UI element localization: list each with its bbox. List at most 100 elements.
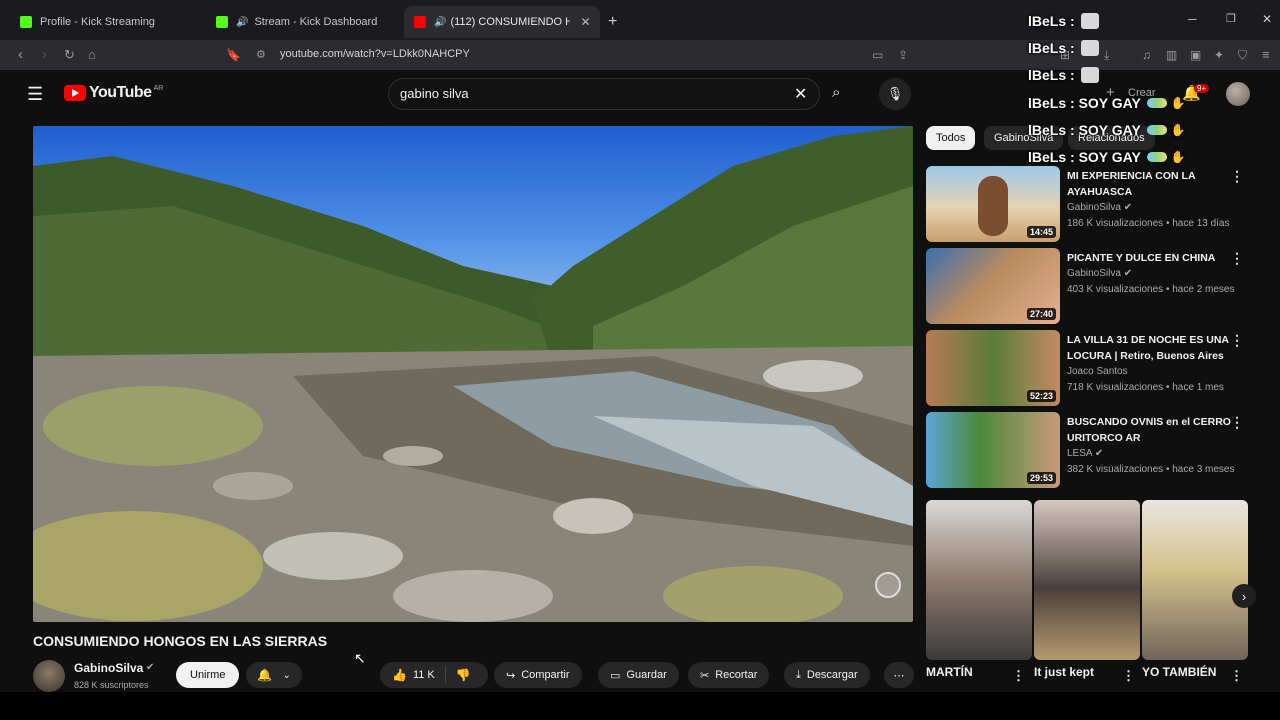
- chat-text: :: [1070, 40, 1075, 56]
- wallet-icon[interactable]: ▣: [1190, 46, 1201, 64]
- leo-icon[interactable]: ✦: [1214, 46, 1224, 64]
- rec-channel-name: GabinoSilva: [1067, 202, 1121, 213]
- share-button[interactable]: ↪ Compartir: [494, 662, 582, 688]
- video-thumbnail[interactable]: 14:45: [926, 166, 1060, 242]
- vpn-icon[interactable]: ⛉: [1238, 46, 1247, 64]
- share-page-icon[interactable]: ⇪: [898, 46, 908, 64]
- rec-meta: 382 K visualizaciones • hace 3 meses: [1067, 464, 1235, 475]
- kebab-menu-icon[interactable]: ⋮: [1230, 168, 1244, 185]
- search-icon[interactable]: ⌕: [832, 84, 840, 101]
- rec-title[interactable]: BUSCANDO OVNIS en el CERRO URITORCO AR: [1067, 414, 1235, 446]
- media-icon[interactable]: ♫: [1142, 46, 1151, 64]
- logo-text: YouTube: [89, 84, 152, 101]
- rec-channel[interactable]: GabinoSilva ✔: [1067, 268, 1132, 279]
- chevron-right-icon[interactable]: ›: [1232, 584, 1256, 608]
- list-item[interactable]: 14:45 MI EXPERIENCIA CON LA AYAHUASCA Ga…: [926, 166, 1256, 242]
- short-thumbnail[interactable]: [1142, 500, 1248, 660]
- close-window-icon[interactable]: ✕: [1262, 12, 1272, 26]
- video-thumbnail[interactable]: 29:53: [926, 412, 1060, 488]
- tab-kick-profile[interactable]: Profile - Kick Streaming: [10, 6, 210, 38]
- close-tab-icon[interactable]: ✕: [580, 15, 590, 29]
- sidebar-icon[interactable]: ▥: [1166, 46, 1177, 64]
- rec-title[interactable]: LA VILLA 31 DE NOCHE ES UNA LOCURA | Ret…: [1067, 332, 1235, 364]
- chat-text: :: [1070, 13, 1075, 29]
- save-button[interactable]: ▭ Guardar: [598, 662, 679, 688]
- home-icon[interactable]: ⌂: [88, 46, 96, 64]
- rec-channel-name: LESA: [1067, 448, 1093, 459]
- short-title[interactable]: YO TAMBIÉN: [1142, 665, 1216, 679]
- like-dislike-group: 👍 11 K 👎: [380, 662, 488, 688]
- chat-user: lBeLs: [1028, 122, 1067, 138]
- chip-todos[interactable]: Todos: [926, 126, 976, 150]
- forward-icon[interactable]: ›: [42, 46, 47, 64]
- chat-text: : SOY GAY: [1070, 95, 1141, 111]
- url-field[interactable]: youtube.com/watch?v=LDkk0NAHCPY: [280, 48, 470, 60]
- avatar[interactable]: [1226, 82, 1250, 106]
- reload-icon[interactable]: ↻: [64, 46, 75, 64]
- kebab-menu-icon[interactable]: ⋮: [1230, 668, 1243, 684]
- dislike-icon[interactable]: 👎: [446, 668, 481, 682]
- chat-text: : SOY GAY: [1070, 122, 1141, 138]
- kebab-menu-icon[interactable]: ⋮: [1230, 414, 1244, 431]
- clip-button[interactable]: ✂ Recortar: [688, 662, 770, 688]
- kebab-menu-icon[interactable]: ⋮: [1230, 250, 1244, 267]
- rec-title[interactable]: PICANTE Y DULCE EN CHINA: [1067, 250, 1235, 266]
- rec-meta: 403 K visualizaciones • hace 2 meses: [1067, 284, 1235, 295]
- like-count[interactable]: 11 K: [413, 666, 446, 684]
- rec-title[interactable]: MI EXPERIENCIA CON LA AYAHUASCA: [1067, 168, 1235, 200]
- channel-watermark[interactable]: [875, 572, 901, 598]
- emote-icon: ✋: [1170, 96, 1186, 110]
- hamburger-menu-icon[interactable]: ☰: [27, 84, 43, 105]
- back-icon[interactable]: ‹: [18, 46, 23, 64]
- channel-avatar[interactable]: [33, 660, 65, 692]
- speaker-icon: 🔊: [434, 16, 447, 28]
- share-icon: ↪: [506, 669, 516, 682]
- chevron-down-icon: ⌄: [282, 669, 291, 681]
- tab-label: (112) CONSUMIENDO HONG: [450, 16, 571, 28]
- bookmark-icon[interactable]: 🔖: [226, 46, 241, 64]
- more-actions-button[interactable]: ⋯: [884, 662, 914, 688]
- cast-icon[interactable]: ▭: [872, 46, 883, 64]
- download-button[interactable]: ⤓ Descargar: [784, 662, 870, 688]
- short-thumbnail[interactable]: [1034, 500, 1140, 660]
- kebab-menu-icon[interactable]: ⋮: [1012, 668, 1025, 684]
- maximize-icon[interactable]: ❐: [1226, 12, 1236, 25]
- like-icon[interactable]: 👍: [380, 668, 413, 682]
- clear-search-icon[interactable]: ✕: [794, 84, 807, 104]
- video-player[interactable]: [33, 126, 913, 622]
- tab-kick-dashboard[interactable]: 🔊 Stream - Kick Dashboard: [208, 6, 398, 38]
- list-item[interactable]: 52:23 LA VILLA 31 DE NOCHE ES UNA LOCURA…: [926, 330, 1256, 406]
- channel-name[interactable]: GabinoSilva: [74, 661, 143, 675]
- download-icon: ⤓: [796, 668, 801, 681]
- chat-text: : SOY GAY: [1070, 149, 1141, 165]
- video-thumbnail[interactable]: 52:23: [926, 330, 1060, 406]
- search-input[interactable]: gabino silva: [400, 86, 469, 101]
- download-icon[interactable]: ⤓: [1104, 46, 1109, 64]
- tab-youtube[interactable]: 🔊 (112) CONSUMIENDO HONG ✕: [404, 6, 600, 38]
- short-thumbnail[interactable]: [926, 500, 1032, 660]
- download-label: Descargar: [806, 669, 858, 681]
- duration-badge: 29:53: [1026, 472, 1056, 484]
- minimize-icon[interactable]: ─: [1188, 12, 1197, 26]
- site-info-icon[interactable]: ⚙: [256, 46, 266, 64]
- chat-text: :: [1070, 67, 1075, 83]
- list-item[interactable]: 29:53 BUSCANDO OVNIS en el CERRO URITORC…: [926, 412, 1256, 488]
- list-item[interactable]: 27:40 PICANTE Y DULCE EN CHINA GabinoSil…: [926, 248, 1256, 324]
- rec-channel[interactable]: Joaco Santos: [1067, 366, 1128, 377]
- rec-channel[interactable]: LESA ✔: [1067, 448, 1103, 459]
- subscribe-bell-button[interactable]: 🔔 ⌄: [246, 662, 302, 688]
- short-title[interactable]: It just kept: [1034, 665, 1094, 679]
- join-button[interactable]: Unirme: [176, 662, 240, 688]
- mouse-cursor: ↖: [354, 650, 366, 666]
- menu-icon[interactable]: ≡: [1262, 46, 1270, 64]
- new-tab-icon[interactable]: +: [608, 13, 617, 31]
- emote-icon: [1080, 13, 1099, 29]
- video-thumbnail[interactable]: 27:40: [926, 248, 1060, 324]
- kebab-menu-icon[interactable]: ⋮: [1122, 668, 1135, 684]
- rec-channel[interactable]: GabinoSilva ✔: [1067, 202, 1132, 213]
- voice-search-icon[interactable]: 🎙: [879, 78, 911, 110]
- kebab-menu-icon[interactable]: ⋮: [1230, 332, 1244, 349]
- rec-channel-name: GabinoSilva: [1067, 268, 1121, 279]
- youtube-logo[interactable]: YouTube AR: [64, 84, 163, 102]
- short-title[interactable]: MARTÍN: [926, 665, 973, 679]
